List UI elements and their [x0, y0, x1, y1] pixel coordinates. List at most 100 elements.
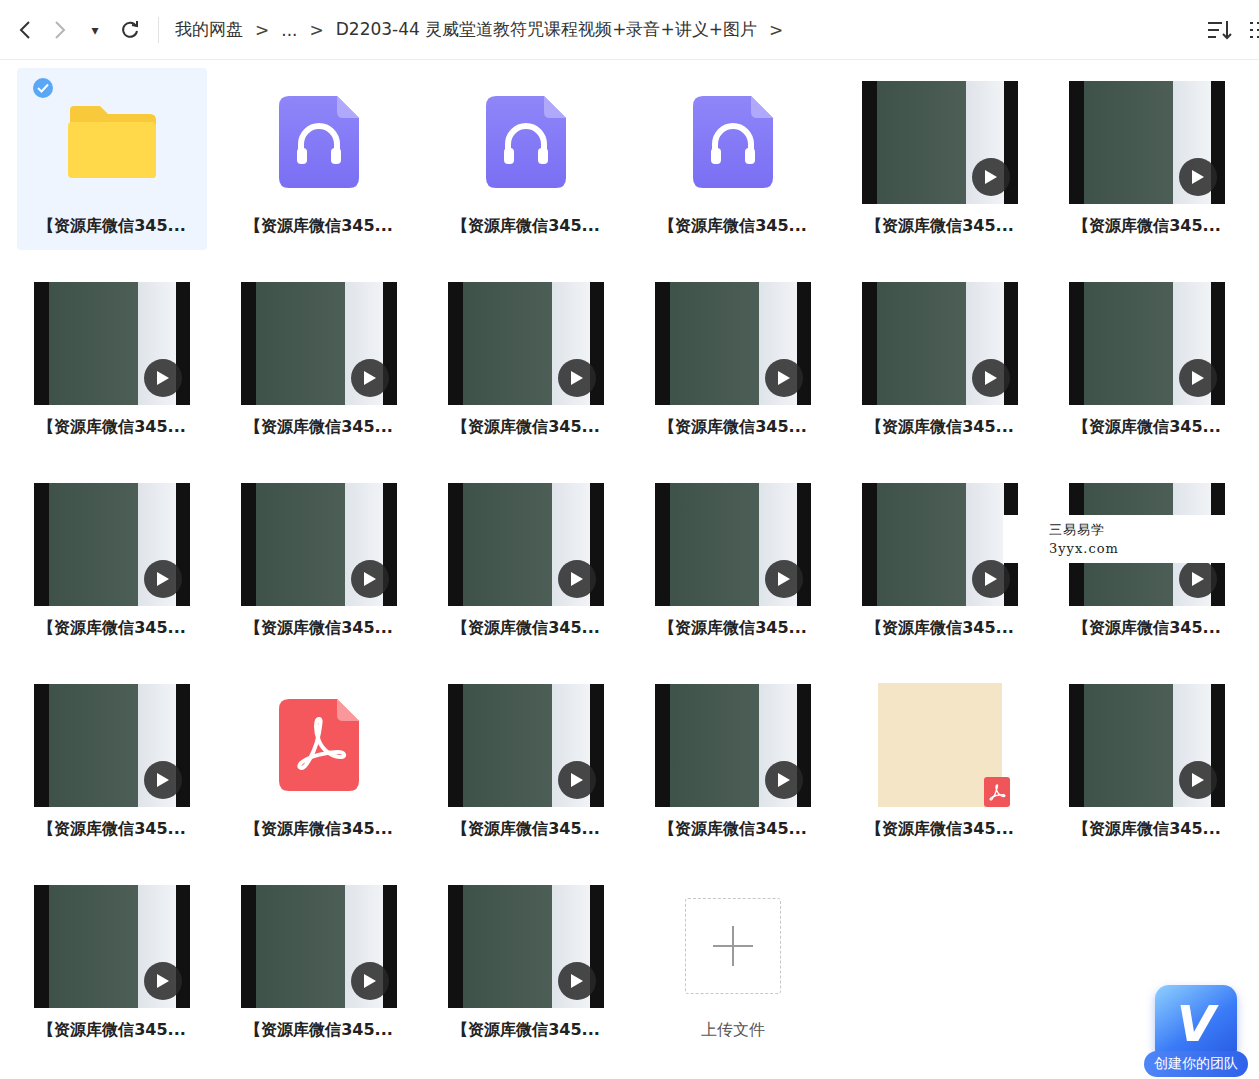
sort-icon[interactable]	[1207, 19, 1233, 41]
video-thumbnail	[448, 684, 604, 807]
play-button[interactable]	[558, 560, 596, 598]
file-name: 【资源库微信345...	[866, 819, 1014, 840]
video-thumbnail	[655, 282, 811, 405]
file-thumbnail	[845, 683, 1035, 807]
file-tile[interactable]: 【资源库微信345...	[638, 269, 828, 451]
audio-file-icon	[279, 96, 359, 188]
file-tile[interactable]: 【资源库微信345...	[224, 671, 414, 853]
file-tile[interactable]: 【资源库微信345...	[431, 68, 621, 250]
file-tile[interactable]: 【资源库微信345...	[1052, 68, 1242, 250]
file-thumbnail	[845, 281, 1035, 405]
play-button[interactable]	[1179, 761, 1217, 799]
breadcrumb-item[interactable]: ...	[281, 20, 297, 40]
file-tile[interactable]: 【资源库微信345...	[638, 671, 828, 853]
file-name: 【资源库微信345...	[452, 1020, 600, 1041]
file-tile[interactable]: 【资源库微信345...	[1052, 671, 1242, 853]
file-tile[interactable]: 【资源库微信345...	[845, 269, 1035, 451]
video-thumbnail	[448, 885, 604, 1008]
upload-label: 上传文件	[701, 1020, 765, 1041]
toolbar-divider	[158, 17, 159, 43]
file-tile[interactable]: 【资源库微信345...	[1052, 269, 1242, 451]
upload-tile[interactable]: 上传文件	[638, 872, 828, 1054]
create-team-badge[interactable]: V创建你的团队	[1137, 965, 1255, 1077]
play-button[interactable]	[144, 359, 182, 397]
breadcrumb-item[interactable]: D2203-44 灵威堂道教符咒课程视频+录音+讲义+图片	[336, 18, 757, 41]
play-button[interactable]	[972, 560, 1010, 598]
file-tile[interactable]: 【资源库微信345...	[224, 68, 414, 250]
refresh-icon	[120, 20, 140, 40]
upload-box[interactable]	[685, 898, 781, 994]
watermark-line: 3yyx.com	[1049, 539, 1259, 559]
forward-button[interactable]	[45, 15, 75, 45]
play-button[interactable]	[558, 761, 596, 799]
file-name: 【资源库微信345...	[245, 216, 393, 237]
file-tile[interactable]: 【资源库微信345...	[638, 470, 828, 652]
watermark: 三易易学3yyx.com	[1003, 515, 1259, 563]
play-button[interactable]	[144, 962, 182, 1000]
play-button[interactable]	[1179, 359, 1217, 397]
breadcrumb-separator: >	[309, 20, 323, 40]
file-tile[interactable]: 【资源库微信345...	[845, 671, 1035, 853]
selected-check[interactable]	[33, 78, 53, 98]
video-thumbnail	[862, 81, 1018, 204]
file-name: 【资源库微信345...	[38, 1020, 186, 1041]
history-dropdown[interactable]: ▾	[80, 15, 110, 45]
play-button[interactable]	[1179, 560, 1217, 598]
file-tile[interactable]: 【资源库微信345...	[224, 269, 414, 451]
file-name: 【资源库微信345...	[452, 819, 600, 840]
file-name: 【资源库微信345...	[245, 417, 393, 438]
play-button[interactable]	[765, 761, 803, 799]
file-thumbnail	[17, 281, 207, 405]
file-tile[interactable]: 【资源库微信345...	[17, 68, 207, 250]
file-tile[interactable]: 【资源库微信345...	[431, 269, 621, 451]
play-button[interactable]	[351, 962, 389, 1000]
video-thumbnail	[1069, 684, 1225, 807]
play-button[interactable]	[1179, 158, 1217, 196]
list-view-icon[interactable]	[1249, 19, 1259, 41]
video-thumbnail	[241, 282, 397, 405]
file-tile[interactable]: 【资源库微信345...	[431, 872, 621, 1054]
play-icon	[156, 772, 170, 788]
play-icon	[984, 169, 998, 185]
file-thumbnail	[1052, 683, 1242, 807]
play-button[interactable]	[351, 560, 389, 598]
play-button[interactable]	[144, 761, 182, 799]
chevron-left-icon	[19, 21, 31, 39]
file-thumbnail	[224, 281, 414, 405]
file-grid: 【资源库微信345...【资源库微信345...【资源库微信345...【资源库…	[0, 60, 1259, 1054]
play-icon	[1191, 169, 1205, 185]
file-tile[interactable]: 【资源库微信345...	[17, 269, 207, 451]
folder-icon	[66, 104, 158, 180]
video-thumbnail	[34, 282, 190, 405]
file-tile[interactable]: 【资源库微信345...	[431, 470, 621, 652]
file-tile[interactable]: 【资源库微信345...	[845, 68, 1035, 250]
file-tile[interactable]: 【资源库微信345...三易易学3yyx.com	[1052, 470, 1242, 652]
video-thumbnail	[241, 885, 397, 1008]
video-thumbnail	[448, 483, 604, 606]
file-tile[interactable]: 【资源库微信345...	[224, 470, 414, 652]
file-tile[interactable]: 【资源库微信345...	[431, 671, 621, 853]
refresh-button[interactable]	[115, 15, 145, 45]
file-name: 【资源库微信345...	[659, 819, 807, 840]
file-tile[interactable]: 【资源库微信345...	[638, 68, 828, 250]
file-tile[interactable]: 【资源库微信345...	[17, 470, 207, 652]
file-tile[interactable]: 【资源库微信345...	[17, 671, 207, 853]
play-button[interactable]	[144, 560, 182, 598]
play-button[interactable]	[765, 560, 803, 598]
file-name: 【资源库微信345...	[659, 618, 807, 639]
video-thumbnail	[241, 483, 397, 606]
file-tile[interactable]: 【资源库微信345...	[224, 872, 414, 1054]
play-button[interactable]	[558, 962, 596, 1000]
file-tile[interactable]: 【资源库微信345...	[17, 872, 207, 1054]
breadcrumb-item[interactable]: 我的网盘	[175, 18, 243, 41]
play-button[interactable]	[351, 359, 389, 397]
chevron-right-icon	[54, 21, 66, 39]
play-button[interactable]	[765, 359, 803, 397]
play-icon	[570, 772, 584, 788]
file-thumbnail	[224, 482, 414, 606]
play-button[interactable]	[558, 359, 596, 397]
file-thumbnail	[431, 683, 621, 807]
play-button[interactable]	[972, 359, 1010, 397]
back-button[interactable]	[10, 15, 40, 45]
play-button[interactable]	[972, 158, 1010, 196]
